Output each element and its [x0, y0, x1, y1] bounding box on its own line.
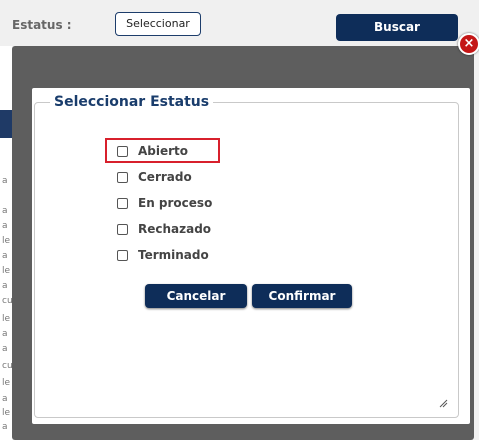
strip-text: le — [2, 408, 11, 418]
search-button[interactable]: Buscar — [336, 14, 458, 41]
option-label: Rechazado — [138, 222, 212, 236]
checkbox[interactable] — [117, 249, 128, 261]
strip-text: a — [2, 206, 8, 216]
select-status-button[interactable]: Seleccionar — [115, 12, 201, 36]
option-label: En proceso — [138, 196, 213, 210]
cancel-button[interactable]: Cancelar — [145, 284, 247, 308]
strip-text: a — [2, 344, 8, 354]
option-cerrado[interactable]: Cerrado — [105, 164, 212, 190]
strip-text: a — [2, 251, 8, 261]
checkbox[interactable] — [117, 171, 128, 183]
highlight-box — [105, 138, 220, 163]
strip-text: a — [2, 221, 8, 231]
strip-text: a — [2, 176, 8, 186]
option-label: Terminado — [138, 248, 209, 262]
strip-text: le — [2, 378, 11, 388]
checkbox[interactable] — [117, 197, 128, 209]
table-header-cell — [0, 110, 12, 138]
close-icon[interactable]: × — [458, 33, 479, 55]
option-label: Cerrado — [138, 170, 192, 184]
checkbox[interactable] — [117, 223, 128, 235]
background-table-strip: a a a le a le a cu le a a cu le a le a — [0, 46, 13, 440]
status-label: Estatus : — [12, 18, 72, 32]
strip-text: le — [2, 236, 11, 246]
dialog-title: Seleccionar Estatus — [50, 94, 214, 110]
option-en-proceso[interactable]: En proceso — [105, 190, 212, 216]
option-rechazado[interactable]: Rechazado — [105, 216, 212, 242]
option-terminado[interactable]: Terminado — [105, 242, 212, 268]
resize-handle-icon[interactable] — [438, 398, 448, 408]
strip-text: a — [2, 329, 8, 339]
strip-text: le — [2, 314, 11, 324]
strip-text: le — [2, 266, 11, 276]
strip-text: a — [2, 422, 8, 432]
strip-text: a — [2, 394, 8, 404]
status-fieldset — [34, 102, 459, 418]
strip-text: a — [2, 281, 8, 291]
confirm-button[interactable]: Confirmar — [252, 284, 352, 308]
